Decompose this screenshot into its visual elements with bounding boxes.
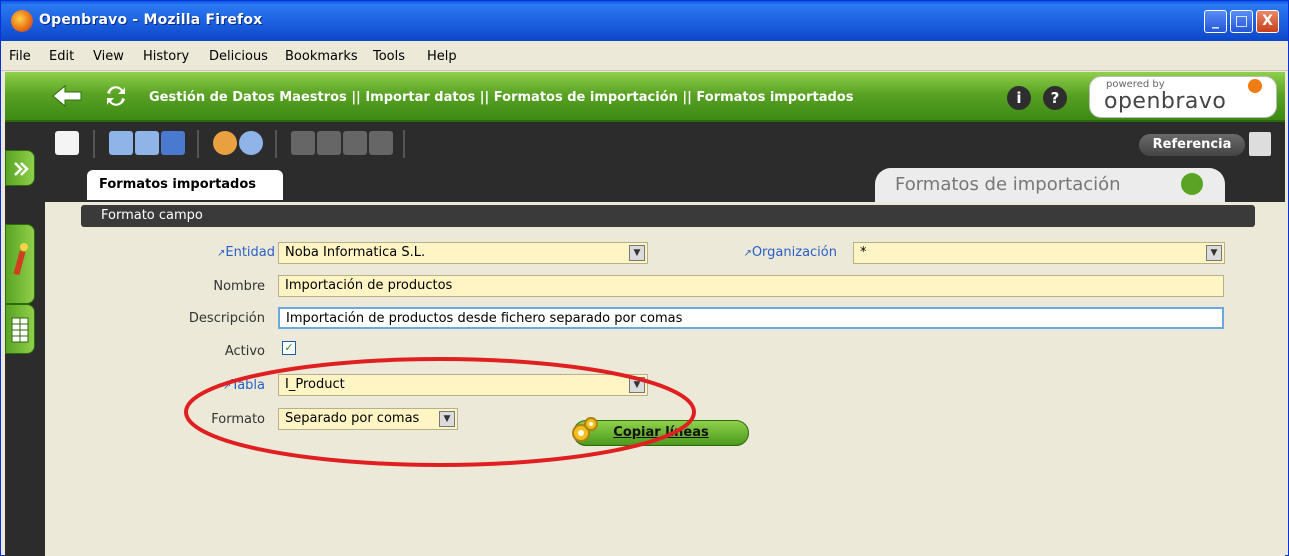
- breadcrumb[interactable]: Gestión de Datos Maestros || Importar da…: [149, 90, 853, 105]
- organizacion-label[interactable]: Organización: [725, 245, 837, 260]
- side-tab-grid[interactable]: [5, 304, 35, 354]
- menu-bar: File Edit View History Delicious Bookmar…: [1, 41, 1288, 71]
- tab-formatos-importados[interactable]: Formatos importados: [87, 170, 283, 200]
- menu-file[interactable]: File: [9, 49, 31, 64]
- grid-tab-icon: [11, 317, 29, 343]
- first-record-icon[interactable]: [291, 131, 315, 155]
- openbravo-logo: powered by openbravo: [1089, 76, 1277, 118]
- firefox-icon: [11, 10, 33, 32]
- logo-wordmark: openbravo: [1104, 89, 1227, 114]
- chevron-down-icon[interactable]: ▼: [1206, 245, 1222, 261]
- side-tab-edit[interactable]: [5, 224, 35, 304]
- chevron-right-icon: [14, 162, 29, 176]
- openbravo-app: Gestión de Datos Maestros || Importar da…: [5, 72, 1285, 556]
- title-bar: Openbravo - Mozilla Firefox _ □ X: [1, 1, 1288, 41]
- menu-delicious[interactable]: Delicious: [209, 49, 268, 64]
- annotation-ellipse: [184, 357, 696, 467]
- toolbar-separator: [403, 130, 405, 158]
- refresh-icon[interactable]: [103, 83, 129, 109]
- menu-tools[interactable]: Tools: [373, 49, 405, 64]
- menu-help[interactable]: Help: [427, 49, 457, 64]
- info-icon[interactable]: i: [1007, 86, 1031, 110]
- undo-icon[interactable]: [213, 131, 237, 155]
- side-toggle-tab[interactable]: [5, 150, 35, 186]
- minimize-button[interactable]: _: [1204, 10, 1227, 33]
- previous-record-icon[interactable]: [317, 131, 341, 155]
- back-arrow-icon[interactable]: [51, 84, 83, 108]
- nombre-label: Nombre: [213, 279, 265, 294]
- entidad-select[interactable]: Noba Informatica S.L. ▼: [278, 242, 648, 264]
- save-icon[interactable]: [161, 131, 185, 155]
- save-next-icon[interactable]: [135, 131, 159, 155]
- descripcion-field[interactable]: Importación de productos desde fichero s…: [278, 307, 1224, 329]
- nombre-field[interactable]: Importación de productos: [278, 275, 1224, 297]
- toolbar-separator: [93, 130, 95, 158]
- help-icon[interactable]: ?: [1043, 86, 1067, 110]
- window-title-tab: Formatos de importación: [875, 168, 1225, 202]
- openbravo-logo-icon: [1181, 173, 1203, 195]
- browser-window: Openbravo - Mozilla Firefox _ □ X File E…: [0, 0, 1289, 556]
- entidad-value: Noba Informatica S.L.: [285, 245, 426, 260]
- search-icon[interactable]: [239, 131, 263, 155]
- toolbar-separator: [197, 130, 199, 158]
- toolbar: Referencia: [45, 122, 1285, 168]
- descripcion-label: Descripción: [188, 311, 265, 326]
- window-title-label: Formatos de importación: [895, 174, 1121, 195]
- chevron-down-icon[interactable]: ▼: [629, 245, 645, 261]
- navigation-bar: Gestión de Datos Maestros || Importar da…: [5, 72, 1285, 122]
- logo-dot-icon: [1248, 79, 1262, 93]
- maximize-button[interactable]: □: [1230, 10, 1253, 33]
- organizacion-select[interactable]: * ▼: [853, 242, 1225, 264]
- new-record-icon[interactable]: [55, 131, 79, 155]
- close-button[interactable]: X: [1256, 10, 1279, 33]
- edit-tab-icon: [13, 243, 28, 276]
- section-header: Formato campo: [81, 205, 1255, 227]
- window-title: Openbravo - Mozilla Firefox: [39, 12, 263, 28]
- menu-bookmarks[interactable]: Bookmarks: [285, 49, 358, 64]
- organizacion-value: *: [860, 245, 867, 260]
- menu-history[interactable]: History: [143, 49, 189, 64]
- reference-button[interactable]: Referencia: [1139, 134, 1245, 156]
- save-new-icon[interactable]: [109, 131, 133, 155]
- next-record-icon[interactable]: [343, 131, 367, 155]
- menu-edit[interactable]: Edit: [49, 49, 74, 64]
- tab-header: Formatos importados Formatos de importac…: [45, 168, 1285, 202]
- menu-view[interactable]: View: [93, 49, 124, 64]
- last-record-icon[interactable]: [369, 131, 393, 155]
- toolbar-separator: [275, 130, 277, 158]
- entidad-label[interactable]: Entidad: [195, 245, 275, 260]
- reference-icon[interactable]: [1249, 132, 1271, 156]
